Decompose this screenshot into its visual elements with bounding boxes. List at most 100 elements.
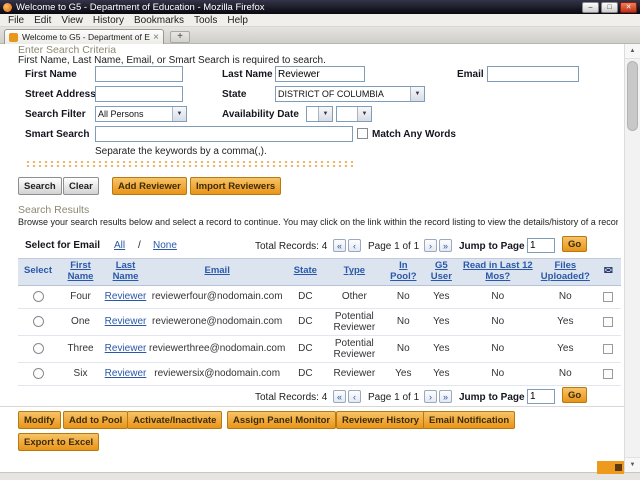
cell-type: Potential Reviewer (324, 308, 384, 335)
cell-files-uploaded: Yes (535, 308, 595, 335)
add-reviewer-button[interactable]: Add Reviewer (112, 177, 187, 195)
export-to-excel-button[interactable]: Export to Excel (18, 433, 99, 451)
cell-email-select (595, 308, 621, 335)
first-page-button-top[interactable]: « (333, 239, 346, 252)
last-name-link[interactable]: Reviewer (105, 291, 147, 302)
first-name-input[interactable] (95, 66, 183, 82)
email-select-checkbox[interactable] (603, 369, 613, 379)
state-select[interactable]: DISTRICT OF COLUMBIA ▼ (275, 86, 425, 102)
g5-favicon-icon (9, 33, 18, 42)
next-page-button-bottom[interactable]: › (424, 390, 437, 403)
scroll-up-icon[interactable]: ▲ (625, 44, 640, 59)
select-record-radio[interactable] (33, 316, 44, 327)
email-notification-button[interactable]: Email Notification (423, 411, 515, 429)
jump-to-page-input-bottom[interactable] (527, 389, 555, 404)
col-type[interactable]: Type (324, 259, 384, 286)
assign-panel-monitor-button[interactable]: Assign Panel Monitor (227, 411, 336, 429)
smart-search-input[interactable] (95, 126, 353, 142)
scrollbar-thumb[interactable] (627, 61, 638, 131)
decorative-dots (25, 160, 353, 168)
col-state[interactable]: State (286, 259, 324, 286)
activate-inactivate-button[interactable]: Activate/Inactivate (127, 411, 222, 429)
menu-edit[interactable]: Edit (29, 14, 56, 27)
minimize-button[interactable]: – (582, 2, 599, 13)
menu-file[interactable]: File (3, 14, 29, 27)
tab-close-icon[interactable]: × (153, 33, 159, 42)
new-tab-button[interactable]: + (170, 31, 190, 43)
jump-to-page-input-top[interactable] (527, 238, 555, 253)
email-select-checkbox[interactable] (603, 292, 613, 302)
cell-in-pool: Yes (384, 362, 422, 385)
select-record-radio[interactable] (33, 343, 44, 354)
col-last-name[interactable]: Last Name (103, 259, 148, 286)
col-email[interactable]: Email (148, 259, 286, 286)
page-label-top: Page 1 of 1 (368, 241, 419, 252)
availability-month-select[interactable]: ▼ (306, 106, 333, 122)
menu-help[interactable]: Help (222, 14, 253, 27)
cell-state: DC (286, 285, 324, 308)
cell-read-12-mos: No (460, 335, 535, 362)
street-address-label: Street Address (25, 89, 96, 100)
last-name-link[interactable]: Reviewer (105, 316, 147, 327)
last-page-button-top[interactable]: » (439, 239, 452, 252)
col-files-uploaded[interactable]: Files Uploaded? (535, 259, 595, 286)
cell-email-select (595, 335, 621, 362)
select-all-link[interactable]: All (114, 240, 125, 251)
last-name-input[interactable] (275, 66, 365, 82)
last-page-button-bottom[interactable]: » (439, 390, 452, 403)
menu-view[interactable]: View (56, 14, 88, 27)
availability-day-select[interactable]: ▼ (336, 106, 372, 122)
firefox-icon (3, 3, 12, 12)
add-to-pool-button[interactable]: Add to Pool (63, 411, 128, 429)
col-g5-user[interactable]: G5 User (422, 259, 460, 286)
col-read-12-mos[interactable]: Read in Last 12 Mos? (460, 259, 535, 286)
modify-button[interactable]: Modify (18, 411, 61, 429)
maximize-button[interactable]: □ (601, 2, 618, 13)
cell-email: reviewersix@nodomain.com (148, 362, 286, 385)
menu-history[interactable]: History (88, 14, 129, 27)
cell-in-pool: No (384, 335, 422, 362)
cell-last-name: Reviewer (103, 308, 148, 335)
menu-bookmarks[interactable]: Bookmarks (129, 14, 189, 27)
scroll-down-icon[interactable]: ▼ (625, 457, 640, 472)
col-in-pool[interactable]: In Pool? (384, 259, 422, 286)
clear-button[interactable]: Clear (63, 177, 99, 195)
close-window-button[interactable]: ✕ (620, 2, 637, 13)
go-button-top[interactable]: Go (562, 236, 587, 252)
last-name-link[interactable]: Reviewer (105, 343, 147, 354)
import-reviewers-button[interactable]: Import Reviewers (190, 177, 281, 195)
cell-email: reviewerthree@nodomain.com (148, 335, 286, 362)
select-record-radio[interactable] (33, 368, 44, 379)
match-any-words-checkbox[interactable] (357, 128, 368, 139)
go-button-bottom[interactable]: Go (562, 387, 587, 403)
reviewer-history-button[interactable]: Reviewer History (336, 411, 425, 429)
prev-page-button-top[interactable]: ‹ (348, 239, 361, 252)
select-record-radio[interactable] (33, 291, 44, 302)
next-page-button-top[interactable]: › (424, 239, 437, 252)
select-none-link[interactable]: None (153, 240, 177, 251)
col-first-name[interactable]: First Name (58, 259, 103, 286)
cell-last-name: Reviewer (103, 285, 148, 308)
first-page-button-bottom[interactable]: « (333, 390, 346, 403)
email-input[interactable] (487, 66, 579, 82)
email-select-checkbox[interactable] (603, 317, 613, 327)
state-label: State (222, 89, 246, 100)
match-any-words-label: Match Any Words (372, 129, 456, 140)
last-name-link[interactable]: Reviewer (105, 368, 147, 379)
search-button[interactable]: Search (18, 177, 62, 195)
vertical-scrollbar[interactable]: ▲ ▼ (624, 44, 640, 472)
envelope-icon: ✉ (604, 265, 613, 277)
cell-first-name: Six (58, 362, 103, 385)
street-address-input[interactable] (95, 86, 183, 102)
tab-g5[interactable]: Welcome to G5 - Department of Edu... × (4, 29, 164, 44)
dropdown-arrow-icon: ▼ (172, 107, 186, 121)
cell-last-name: Reviewer (103, 335, 148, 362)
prev-page-button-bottom[interactable]: ‹ (348, 390, 361, 403)
email-select-checkbox[interactable] (603, 344, 613, 354)
menu-tools[interactable]: Tools (189, 14, 222, 27)
cell-last-name: Reviewer (103, 362, 148, 385)
first-name-label: First Name (25, 69, 77, 80)
cell-select (18, 308, 58, 335)
search-filter-select[interactable]: All Persons ▼ (95, 106, 187, 122)
cell-email: reviewerfour@nodomain.com (148, 285, 286, 308)
